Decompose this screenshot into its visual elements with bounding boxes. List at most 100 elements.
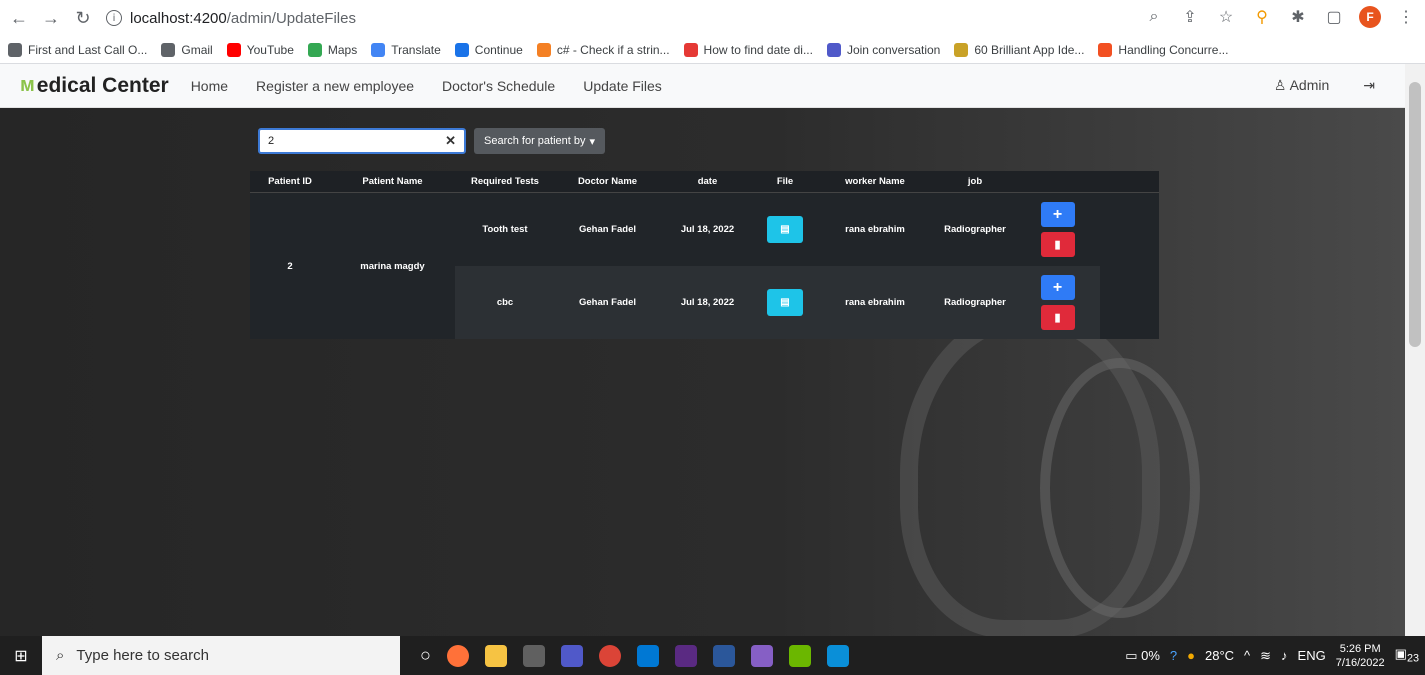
header-file: File [776,176,794,187]
calculator-icon[interactable] [522,644,545,667]
trash-icon[interactable]: ▮ [1040,305,1075,330]
nav-update-files[interactable]: Update Files [583,78,662,94]
battery-level: 0% [1141,647,1160,663]
side-panel-icon[interactable]: ▢ [1323,6,1345,28]
header-date: date [697,176,718,187]
test-cell: Tooth test [482,224,528,235]
chevron-up-icon[interactable]: ^ [1244,648,1250,663]
clock-date: 7/16/2022 [1335,656,1385,669]
header-doctor-name: Doctor Name [577,176,638,187]
add-icon[interactable]: + [1040,202,1075,227]
date-cell: Jul 18, 2022 [680,224,735,235]
windows-taskbar: ⊞ ⌕ Type here to search ○ ▭ 0% ? ● 28°C … [0,636,1425,675]
date-cell: Jul 18, 2022 [680,297,735,308]
table-body: 2 marina magdy Tooth test Gehan Fadel Ju… [250,193,1159,339]
chrome-icon[interactable] [598,644,621,667]
bookmark-favicon-icon [226,42,241,57]
windows-start-icon[interactable]: ⊞ [0,636,42,675]
visual-studio-icon[interactable] [750,644,773,667]
scrollbar-thumb[interactable] [1409,82,1421,347]
trash-icon[interactable]: ▮ [1040,232,1075,257]
bookmark-item[interactable]: Continue [454,42,523,57]
taskbar-search[interactable]: ⌕ Type here to search [42,636,400,675]
admin-menu[interactable]: ♙ Admin [1274,77,1329,94]
weather-temp[interactable]: 28°C [1205,648,1234,663]
bookmark-label: Continue [474,42,523,57]
bookmark-item[interactable]: 60 Brilliant App Ide... [954,42,1085,57]
clock[interactable]: 5:26 PM 7/16/2022 [1336,642,1385,670]
zoom-icon[interactable]: ⌕ [1143,6,1165,28]
patients-table: Patient ID Patient Name Required Tests D… [250,171,1159,339]
bookmark-item[interactable]: Join conversation [826,42,940,57]
weather-icon[interactable]: ● [1187,648,1195,663]
file-icon[interactable]: ▤ [767,216,803,243]
page-content: 2 ✕ Search for patient by ▾ Patient ID P… [0,108,1405,636]
file-icon[interactable]: ▤ [767,289,803,316]
bookmark-item[interactable]: How to find date di... [683,42,813,57]
bookmarks-bar: First and Last Call O... Gmail YouTube Maps… [0,36,1425,64]
photos-icon[interactable] [788,644,811,667]
clear-icon[interactable]: ✕ [445,133,456,149]
bookmark-item[interactable]: YouTube [226,42,294,57]
bookmark-item[interactable]: c# - Check if a strin... [536,42,670,57]
language-indicator[interactable]: ENG [1298,648,1326,663]
share-icon[interactable]: ⇪ [1179,6,1201,28]
taskbar-search-placeholder: Type here to search [76,647,209,664]
table-row: cbc Gehan Fadel Jul 18, 2022 ▤ rana ebra… [455,266,1100,339]
extension-key-icon[interactable]: ⚲ [1251,6,1273,28]
bookmark-favicon-icon [8,42,22,57]
cortana-icon[interactable]: ○ [420,645,431,666]
add-icon[interactable]: + [1040,275,1075,300]
background-stethoscope-tube [1040,358,1200,618]
terminal-icon[interactable] [674,644,697,667]
nav-home[interactable]: Home [191,78,228,94]
network-icon[interactable]: ≋ [1260,648,1271,664]
header-patient-name: Patient Name [362,176,423,187]
bookmark-favicon-icon [954,42,969,57]
search-by-dropdown[interactable]: Search for patient by ▾ [474,128,606,154]
bookmark-item[interactable]: First and Last Call O... [8,42,147,57]
extensions-puzzle-icon[interactable]: ✱ [1287,6,1309,28]
bookmark-favicon-icon [454,42,469,57]
teams-icon[interactable] [560,644,583,667]
brand[interactable]: ᴍ edical Center [20,74,169,98]
bookmark-item[interactable]: Maps [307,42,358,57]
nav-register-employee[interactable]: Register a new employee [256,78,414,94]
reload-icon[interactable]: ↻ [70,5,96,31]
word-icon[interactable] [712,644,735,667]
job-cell: Radiographer [944,297,1006,308]
bookmark-item[interactable]: Gmail [161,42,213,57]
file-explorer-icon[interactable] [484,644,507,667]
table-row: Tooth test Gehan Fadel Jul 18, 2022 ▤ ra… [455,193,1100,266]
vscode-icon[interactable] [636,644,659,667]
nav-doctors-schedule[interactable]: Doctor's Schedule [442,78,555,94]
back-icon[interactable]: ← [6,5,32,31]
forward-icon[interactable]: → [38,5,64,31]
header-patient-id: Patient ID [268,176,312,187]
test-cell: cbc [496,297,514,308]
brand-logo-icon: ᴍ [20,74,35,96]
bookmark-label: Gmail [181,42,213,57]
bookmark-label: 60 Brilliant App Ide... [974,42,1085,57]
search-value: 2 [268,135,275,147]
menu-kebab-icon[interactable]: ⋮ [1395,6,1417,28]
notifications-icon[interactable]: ▣23 [1395,646,1419,665]
bookmark-label: Maps [327,42,358,57]
site-info-icon[interactable]: i [106,10,122,26]
bookmark-star-icon[interactable]: ☆ [1215,6,1237,28]
page-scrollbar[interactable] [1405,64,1425,636]
logout-icon[interactable]: ⇥ [1363,77,1375,94]
help-icon[interactable]: ? [1170,648,1177,663]
address-bar[interactable]: i localhost:4200 /admin/UpdateFiles [106,4,1106,32]
firefox-icon[interactable] [446,644,469,667]
search-by-label: Search for patient by [484,135,586,147]
bookmark-item[interactable]: Handling Concurre... [1098,42,1228,57]
profile-avatar[interactable]: F [1359,6,1381,28]
patient-search-input[interactable]: 2 ✕ [258,128,466,154]
battery-icon[interactable]: ▭ 0% [1125,648,1160,664]
gallery-icon[interactable] [826,644,849,667]
header-required-tests: Required Tests [471,176,539,187]
bookmark-favicon-icon [371,42,386,57]
bookmark-item[interactable]: Translate [371,42,441,57]
speaker-icon[interactable]: ♪ [1281,648,1288,663]
